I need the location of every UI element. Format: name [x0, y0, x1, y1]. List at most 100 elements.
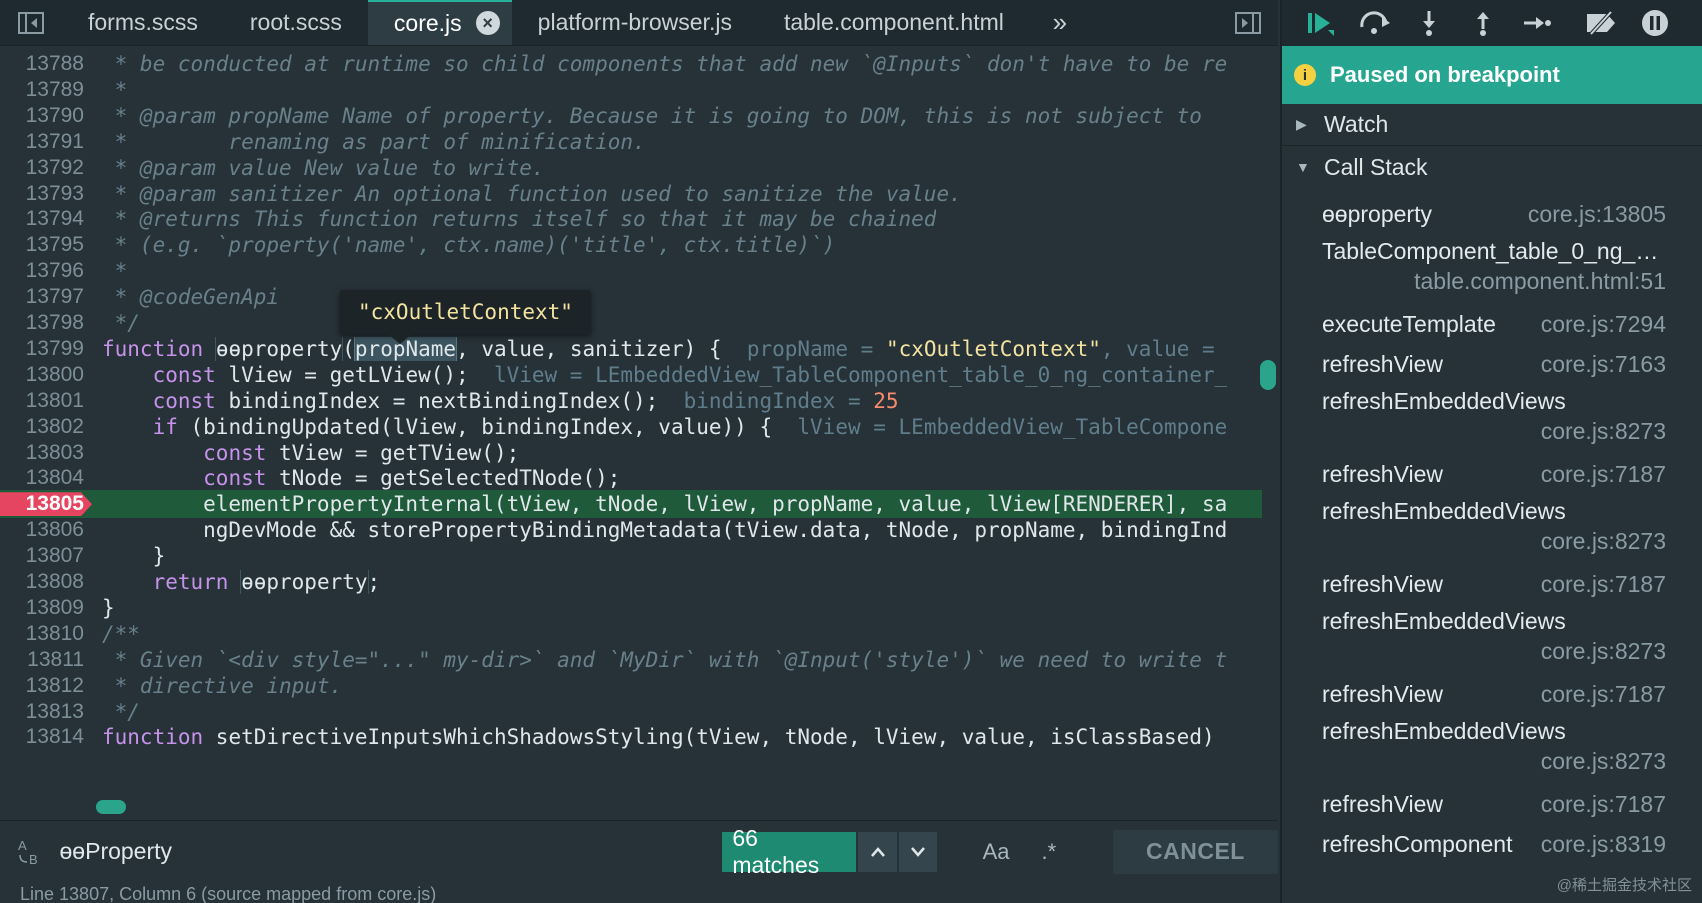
call-stack-frame[interactable]: refreshView core.js:7187: [1282, 674, 1702, 714]
vertical-scrollbar[interactable]: [1260, 360, 1276, 390]
step-icon[interactable]: [1510, 0, 1564, 46]
code-line: 13803 const tView = getTView();: [0, 439, 1262, 467]
line-number[interactable]: 13789: [0, 78, 92, 102]
paused-banner: i Paused on breakpoint: [1282, 46, 1702, 104]
call-stack-frame[interactable]: ɵɵproperty core.js:13805: [1282, 194, 1702, 234]
line-number[interactable]: 13810: [0, 622, 92, 646]
code-text: * renaming as part of minification.: [102, 129, 646, 154]
next-match-button[interactable]: [898, 831, 938, 872]
call-stack-frame[interactable]: refreshView core.js:7187: [1282, 564, 1702, 604]
pause-on-exceptions-icon[interactable]: [1628, 0, 1682, 46]
source-editor: forms.scss root.scss core.js × platform-brow…: [0, 0, 1279, 903]
line-number[interactable]: 13804: [0, 466, 92, 490]
frame-location: core.js:8273: [1540, 748, 1666, 774]
frame-name: executeTemplate: [1322, 310, 1496, 337]
call-stack-frame[interactable]: TableComponent_table_0_ng_co... table.com…: [1282, 234, 1702, 298]
line-number[interactable]: 13792: [0, 156, 92, 180]
watch-label: Watch: [1324, 111, 1389, 137]
code-text: * @param sanitizer An optional function …: [102, 181, 962, 206]
watch-section-header[interactable]: ▶ Watch: [1282, 104, 1702, 146]
chevron-right-icon: ▶: [1296, 116, 1307, 132]
horizontal-scrollbar[interactable]: [96, 800, 126, 814]
line-number[interactable]: 13797: [0, 285, 92, 309]
line-number[interactable]: 13796: [0, 259, 92, 283]
code-text: const tNode = getSelectedTNode();: [203, 466, 621, 491]
step-over-icon[interactable]: [1348, 0, 1402, 46]
code-view[interactable]: 13788 * be conducted at runtime so child…: [0, 50, 1262, 820]
search-input[interactable]: [59, 831, 713, 872]
frame-location: core.js:8319: [1540, 830, 1666, 857]
line-number[interactable]: 13791: [0, 130, 92, 154]
line-number[interactable]: 13809: [0, 596, 92, 620]
code-line: 13796 *: [0, 257, 1262, 285]
callstack-section-header[interactable]: ▼ Call Stack: [1282, 146, 1702, 188]
code-text: }: [102, 544, 166, 569]
line-number[interactable]: 13812: [0, 674, 92, 698]
line-number[interactable]: 13793: [0, 182, 92, 206]
code-text: *: [102, 259, 128, 284]
deactivate-breakpoints-icon[interactable]: [1574, 0, 1628, 46]
svg-text:A: A: [18, 838, 27, 853]
code-text: function setDirectiveInputsWhichShadowsS…: [102, 725, 1215, 750]
step-in-icon[interactable]: [1402, 0, 1456, 46]
call-stack-frame[interactable]: refreshEmbeddedViews core.js:8273: [1282, 714, 1702, 778]
line-number[interactable]: 13794: [0, 207, 92, 231]
code-text: * @param propName Name of property. Beca…: [102, 103, 1202, 128]
code-text: */: [102, 699, 140, 724]
tab-table-component-html[interactable]: table.component.html: [758, 0, 1030, 45]
frame-location: core.js:7187: [1540, 460, 1666, 487]
frame-name: TableComponent_table_0_ng_co...: [1322, 237, 1666, 264]
call-stack-frame[interactable]: refreshEmbeddedViews core.js:8273: [1282, 384, 1702, 448]
line-number[interactable]: 13806: [0, 518, 92, 542]
call-stack-frame[interactable]: refreshView core.js:7163: [1282, 344, 1702, 384]
line-number[interactable]: 13807: [0, 544, 92, 568]
code-line: 13804 const tNode = getSelectedTNode();: [0, 464, 1262, 492]
debugger-panel: i Paused on breakpoint ▶ Watch ▼ Call St…: [1280, 0, 1702, 903]
tab-platform-browser-js[interactable]: platform-browser.js: [512, 0, 758, 45]
call-stack-frame[interactable]: refreshView core.js:7187: [1282, 784, 1702, 824]
code-text: }: [102, 595, 115, 620]
line-number[interactable]: 13813: [0, 700, 92, 724]
step-out-icon[interactable]: [1456, 0, 1510, 46]
search-replace-icon[interactable]: AB: [0, 837, 60, 867]
breakpoint-marker[interactable]: 13805: [0, 492, 92, 517]
call-stack-frame[interactable]: refreshView core.js:7187: [1282, 454, 1702, 494]
call-stack-frame[interactable]: refreshComponent core.js:8319: [1282, 824, 1702, 864]
line-number[interactable]: 13811: [0, 648, 92, 672]
code-text: * @codeGenApi: [102, 285, 280, 310]
previous-match-button[interactable]: [858, 831, 897, 872]
frame-name: ɵɵproperty: [1322, 200, 1432, 227]
tab-root-scss[interactable]: root.scss: [224, 0, 368, 45]
match-case-toggle[interactable]: Aa: [967, 832, 1025, 872]
line-number[interactable]: 13795: [0, 233, 92, 257]
regex-toggle[interactable]: .*: [1025, 832, 1073, 872]
more-tabs-icon[interactable]: »: [1030, 0, 1090, 45]
line-number[interactable]: 13799: [0, 337, 92, 361]
tab-forms-scss[interactable]: forms.scss: [62, 0, 224, 45]
frame-name: refreshView: [1322, 680, 1444, 707]
call-stack-frame[interactable]: refreshEmbeddedViews core.js:8273: [1282, 604, 1702, 668]
line-number[interactable]: 13788: [0, 52, 92, 76]
line-number[interactable]: 13798: [0, 311, 92, 335]
tab-core-js[interactable]: core.js ×: [367, 0, 512, 45]
line-number[interactable]: 13803: [0, 441, 92, 465]
line-number[interactable]: 13790: [0, 104, 92, 128]
frame-name: refreshEmbeddedViews: [1322, 717, 1566, 744]
close-icon[interactable]: ×: [475, 11, 500, 35]
line-number[interactable]: 13802: [0, 415, 92, 439]
toggle-navigator-icon[interactable]: [0, 0, 62, 45]
code-text: * be conducted at runtime so child compo…: [102, 52, 1228, 76]
code-line: 13802 if (bindingUpdated(lView, bindingI…: [0, 413, 1262, 441]
code-line: 13813 */: [0, 698, 1262, 726]
resume-icon[interactable]: [1294, 0, 1348, 46]
frame-location: core.js:7163: [1540, 350, 1666, 377]
call-stack-frame[interactable]: executeTemplate core.js:7294: [1282, 304, 1702, 344]
line-number[interactable]: 13800: [0, 363, 92, 387]
line-number[interactable]: 13808: [0, 570, 92, 594]
code-text: * @param value New value to write.: [102, 155, 545, 180]
line-number[interactable]: 13814: [0, 725, 92, 749]
line-number[interactable]: 13801: [0, 389, 92, 413]
toggle-debugger-icon[interactable]: [1218, 0, 1278, 45]
cancel-button[interactable]: CANCEL: [1112, 829, 1279, 874]
call-stack-frame[interactable]: refreshEmbeddedViews core.js:8273: [1282, 494, 1702, 558]
